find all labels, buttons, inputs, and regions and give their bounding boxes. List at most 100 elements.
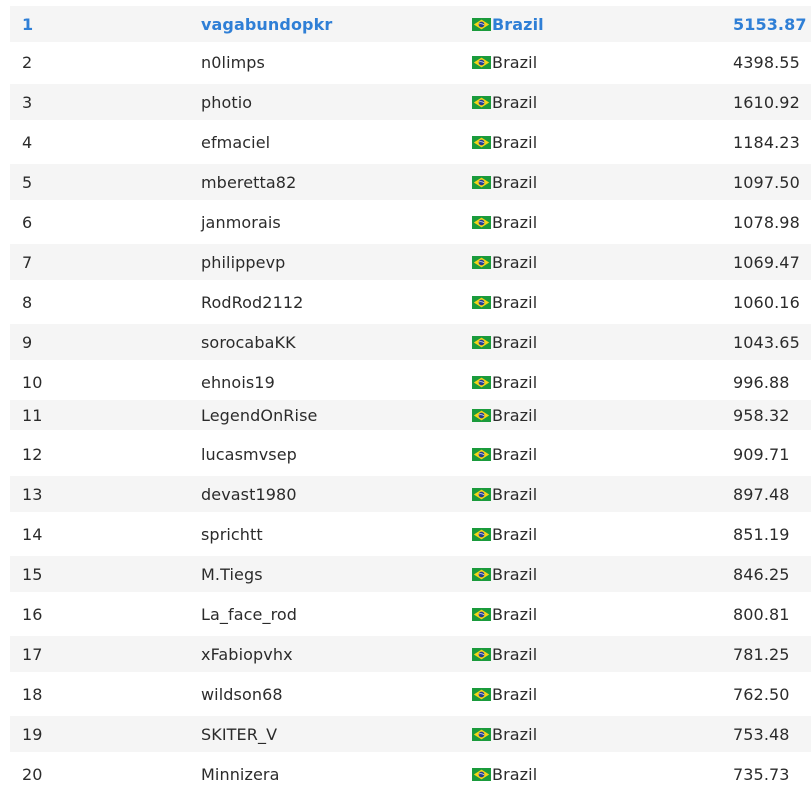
player-name[interactable]: xFabiopvhx	[201, 645, 293, 664]
score-cell: 781.25	[733, 644, 790, 664]
country-name: Brazil	[492, 405, 538, 425]
table-row[interactable]: 17 xFabiopvhx Brazil 781.25	[10, 636, 811, 672]
player-name[interactable]: Minnizera	[201, 765, 280, 784]
player-name[interactable]: La_face_rod	[201, 605, 297, 624]
player-name[interactable]: M.Tiegs	[201, 565, 263, 584]
player-name[interactable]: lucasmvsep	[201, 445, 297, 464]
player-name[interactable]: photio	[201, 93, 252, 112]
country-cell: Brazil	[472, 373, 537, 392]
table-row[interactable]: 9 sorocabaKK Brazil 1043.65	[10, 324, 811, 360]
leaderboard-table: 1 vagabundopkr Brazil 5153.87 2 n0limps …	[0, 0, 811, 792]
country-cell: Brazil	[472, 685, 537, 704]
country-name: Brazil	[492, 524, 538, 544]
score-cell: 1610.92	[733, 92, 800, 112]
player-name[interactable]: janmorais	[201, 213, 281, 232]
brazil-flag-icon	[472, 447, 491, 461]
player-name[interactable]: RodRod2112	[201, 293, 303, 312]
country-cell: Brazil	[472, 53, 537, 72]
rank-cell: 1	[22, 14, 34, 34]
score-cell: 996.88	[733, 372, 790, 392]
table-row[interactable]: 10 ehnois19 Brazil 996.88	[10, 364, 811, 400]
rank-cell: 2	[22, 52, 33, 72]
rank-cell: 7	[22, 252, 33, 272]
table-row[interactable]: 8 RodRod2112 Brazil 1060.16	[10, 284, 811, 320]
brazil-flag-icon	[472, 375, 491, 389]
score-cell: 846.25	[733, 564, 790, 584]
country-name: Brazil	[492, 644, 538, 664]
table-row[interactable]: 4 efmaciel Brazil 1184.23	[10, 124, 811, 160]
brazil-flag-icon	[472, 135, 491, 149]
table-row[interactable]: 11 LegendOnRise Brazil 958.32	[10, 400, 811, 430]
table-row[interactable]: 1 vagabundopkr Brazil 5153.87	[10, 6, 811, 42]
score-cell: 5153.87	[733, 14, 807, 34]
brazil-flag-icon	[472, 335, 491, 349]
brazil-flag-icon	[472, 255, 491, 269]
rank-cell: 13	[22, 484, 43, 504]
player-name[interactable]: efmaciel	[201, 133, 270, 152]
score-cell: 958.32	[733, 405, 790, 425]
score-cell: 800.81	[733, 604, 790, 624]
table-row[interactable]: 5 mberetta82 Brazil 1097.50	[10, 164, 811, 200]
rank-cell: 15	[22, 564, 43, 584]
score-cell: 4398.55	[733, 52, 800, 72]
player-name[interactable]: philippevp	[201, 253, 285, 272]
country-name: Brazil	[492, 484, 538, 504]
score-cell: 762.50	[733, 684, 790, 704]
player-name[interactable]: sprichtt	[201, 525, 263, 544]
brazil-flag-icon	[472, 647, 491, 661]
rank-cell: 6	[22, 212, 33, 232]
player-name[interactable]: devast1980	[201, 485, 297, 504]
country-cell: Brazil	[472, 15, 544, 34]
table-row[interactable]: 15 M.Tiegs Brazil 846.25	[10, 556, 811, 592]
score-cell: 1097.50	[733, 172, 800, 192]
table-row[interactable]: 6 janmorais Brazil 1078.98	[10, 204, 811, 240]
player-name[interactable]: n0limps	[201, 53, 265, 72]
table-row[interactable]: 20 Minnizera Brazil 735.73	[10, 756, 811, 792]
country-cell: Brazil	[472, 213, 537, 232]
score-cell: 735.73	[733, 764, 790, 784]
player-name[interactable]: sorocabaKK	[201, 333, 296, 352]
table-row[interactable]: 16 La_face_rod Brazil 800.81	[10, 596, 811, 632]
table-row[interactable]: 14 sprichtt Brazil 851.19	[10, 516, 811, 552]
player-name[interactable]: SKITER_V	[201, 725, 277, 744]
brazil-flag-icon	[472, 95, 491, 109]
brazil-flag-icon	[472, 175, 491, 189]
score-cell: 753.48	[733, 724, 790, 744]
brazil-flag-icon	[472, 607, 491, 621]
player-name[interactable]: vagabundopkr	[201, 15, 332, 34]
rank-cell: 19	[22, 724, 43, 744]
rank-cell: 5	[22, 172, 33, 192]
score-cell: 897.48	[733, 484, 790, 504]
country-cell: Brazil	[472, 485, 537, 504]
player-name[interactable]: mberetta82	[201, 173, 296, 192]
table-row[interactable]: 2 n0limps Brazil 4398.55	[10, 44, 811, 80]
score-cell: 1060.16	[733, 292, 800, 312]
table-row[interactable]: 3 photio Brazil 1610.92	[10, 84, 811, 120]
score-cell: 1043.65	[733, 332, 800, 352]
country-name: Brazil	[492, 92, 538, 112]
table-row[interactable]: 12 lucasmvsep Brazil 909.71	[10, 436, 811, 472]
player-name[interactable]: ehnois19	[201, 373, 275, 392]
rank-cell: 8	[22, 292, 33, 312]
rank-cell: 4	[22, 132, 33, 152]
country-cell: Brazil	[472, 93, 537, 112]
country-cell: Brazil	[472, 765, 537, 784]
brazil-flag-icon	[472, 17, 491, 31]
brazil-flag-icon	[472, 767, 491, 781]
table-row[interactable]: 19 SKITER_V Brazil 753.48	[10, 716, 811, 752]
country-cell: Brazil	[472, 293, 537, 312]
brazil-flag-icon	[472, 567, 491, 581]
score-cell: 1069.47	[733, 252, 800, 272]
player-name[interactable]: wildson68	[201, 685, 283, 704]
country-cell: Brazil	[472, 253, 537, 272]
country-name: Brazil	[492, 14, 544, 34]
country-cell: Brazil	[472, 406, 537, 425]
rank-cell: 3	[22, 92, 33, 112]
table-row[interactable]: 13 devast1980 Brazil 897.48	[10, 476, 811, 512]
rank-cell: 14	[22, 524, 43, 544]
player-name[interactable]: LegendOnRise	[201, 406, 317, 425]
rank-cell: 18	[22, 684, 43, 704]
country-cell: Brazil	[472, 645, 537, 664]
table-row[interactable]: 7 philippevp Brazil 1069.47	[10, 244, 811, 280]
table-row[interactable]: 18 wildson68 Brazil 762.50	[10, 676, 811, 712]
